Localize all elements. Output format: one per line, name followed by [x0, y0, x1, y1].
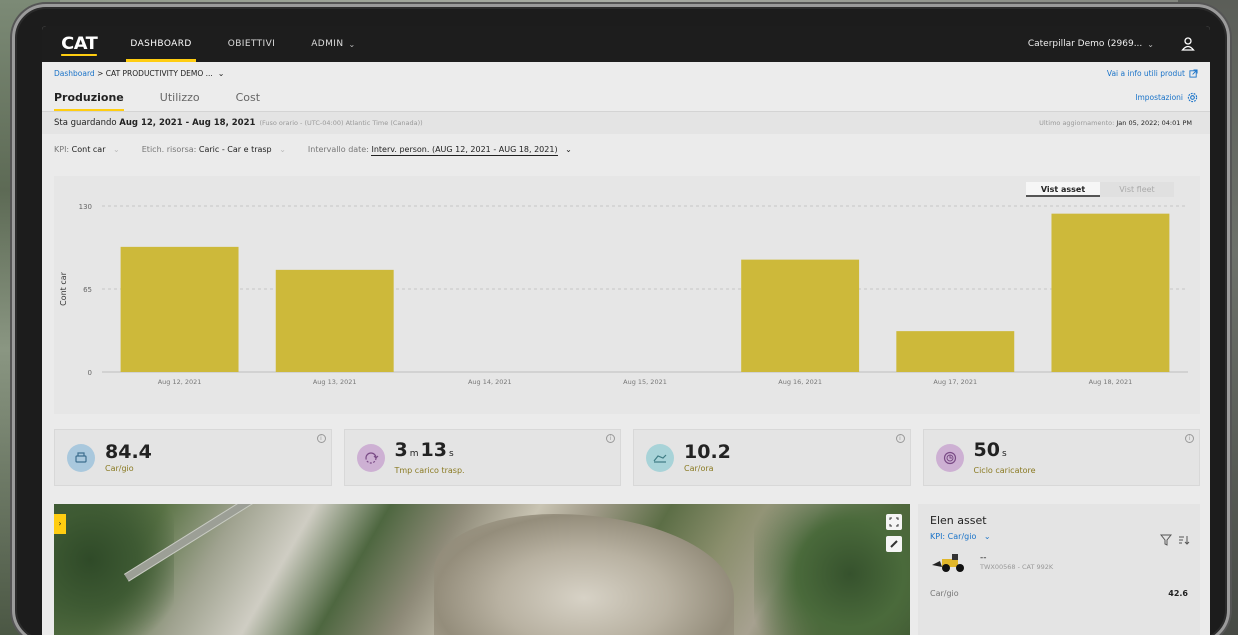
account-selector[interactable]: Caterpillar Demo (2969... ⌄ — [1028, 39, 1154, 49]
timezone-label: (Fuso orario - (UTC-04:00) Atlantic Time… — [259, 119, 423, 127]
breadcrumb-separator: > — [97, 68, 104, 78]
loader-bucket-icon — [67, 443, 95, 472]
tab-produzione[interactable]: Produzione — [54, 91, 124, 111]
map-forest-area — [54, 504, 174, 635]
x-tick-label: Aug 16, 2021 — [778, 378, 822, 386]
kpi-value: 50 s — [973, 439, 1007, 461]
chevron-down-icon[interactable]: ⌄ — [218, 69, 225, 78]
viewing-prefix: Sta guardando — [54, 118, 117, 128]
viewing-range: Aug 12, 2021 - Aug 18, 2021 — [119, 118, 256, 128]
production-chart-card: 0 65 130 Cont car Aug 12, 2021 Aug 13, 2021 Au… — [54, 176, 1200, 414]
chevron-down-icon: ⌄ — [983, 532, 991, 541]
kpi-card-loads-per-day[interactable]: 84.4 Car/gio i — [54, 429, 332, 486]
bar — [1051, 213, 1170, 372]
kpi-label: Car/ora — [684, 464, 714, 473]
asset-list-tools — [1160, 534, 1190, 546]
nav-obiettivi[interactable]: OBIETTIVI — [228, 26, 276, 62]
asset-list-title: Elen asset — [930, 514, 987, 527]
settings-button[interactable]: Impostazioni — [1135, 92, 1198, 103]
x-tick-label: Aug 15, 2021 — [623, 378, 667, 386]
tab-utilizzo[interactable]: Utilizzo — [160, 91, 200, 111]
kpi-value: 84.4 — [105, 441, 152, 463]
product-info-link[interactable]: Vai a info utili produt — [1107, 69, 1198, 78]
nav-dashboard[interactable]: DASHBOARD — [126, 26, 197, 62]
site-map[interactable]: › — [54, 504, 910, 635]
bar-chart: 0 65 130 Cont car Aug 12, 2021 Aug 13, 2021 Au… — [59, 203, 1188, 386]
asset-view-button[interactable]: Vist asset — [1026, 182, 1100, 197]
map-quarry-area — [434, 514, 734, 635]
cat-logo[interactable]: CAT — [61, 34, 98, 56]
external-link-icon — [1189, 68, 1198, 78]
asset-model: TWX00568 - CAT 992K — [980, 563, 1054, 571]
kpi-card-load-haul-time[interactable]: 3 m 13 s Tmp carico trasp. i — [343, 429, 621, 486]
sort-icon[interactable] — [1178, 534, 1190, 546]
y-axis-label: Cont car — [59, 271, 68, 306]
x-tick-label: Aug 14, 2021 — [468, 378, 512, 386]
app-screen: CAT DASHBOARD OBIETTIVI ADMIN ⌄ Caterpill… — [42, 26, 1210, 635]
x-tick-label: Aug 12, 2021 — [158, 378, 202, 386]
kpi-label: Tmp carico trasp. — [394, 466, 465, 475]
view-toggle: Vist asset Vist fleet — [1026, 182, 1174, 197]
x-tick-label: Aug 17, 2021 — [933, 378, 977, 386]
last-updated: Ultimo aggiornamento: Jan 05, 2022; 04:0… — [1039, 119, 1192, 127]
date-range-filter[interactable]: Intervallo date: Interv. person. (AUG 12… — [308, 144, 572, 156]
kpi-value: 3 m 13 s — [394, 439, 454, 461]
user-icon[interactable] — [1180, 36, 1196, 52]
info-icon[interactable]: i — [895, 434, 905, 443]
timer-cycle-icon — [935, 443, 964, 472]
y-tick-label: 130 — [79, 203, 92, 211]
nav-admin[interactable]: ADMIN ⌄ — [311, 26, 355, 62]
asset-kpi-selector[interactable]: KPI: Car/gio ⌄ — [930, 532, 1188, 541]
asset-tag-filter[interactable]: Etich. risorsa: Caric - Car e trasp ⌄ — [142, 145, 286, 154]
tab-cost[interactable]: Cost — [236, 91, 260, 111]
filter-icon[interactable] — [1160, 534, 1172, 546]
info-icon[interactable]: i — [316, 434, 326, 443]
ruler-icon[interactable] — [886, 536, 902, 552]
bar — [741, 259, 860, 372]
kpi-label: Ciclo caricatore — [973, 466, 1036, 475]
info-icon[interactable]: i — [1185, 434, 1194, 443]
breadcrumb-dashboard[interactable]: Dashboard — [54, 69, 95, 78]
x-tick-label: Aug 18, 2021 — [1089, 378, 1133, 386]
chevron-down-icon: ⌄ — [1147, 39, 1154, 49]
bar — [896, 331, 1015, 372]
kpi-filter[interactable]: KPI: Cont car ⌄ — [54, 145, 120, 154]
y-tick-label: 0 — [88, 369, 92, 377]
kpi-cards: 84.4 Car/gio i 3 m 13 s Tmp carico trasp. i… — [54, 429, 1200, 486]
asset-list-item[interactable]: -- TWX00568 - CAT 992K — [930, 551, 1188, 573]
truck-load-icon — [646, 443, 674, 472]
viewing-range-row: Sta guardando Aug 12, 2021 - Aug 18, 202… — [42, 112, 1210, 134]
gear-icon — [1187, 92, 1198, 103]
kpi-card-loader-cycle[interactable]: 50 s Ciclo caricatore i — [922, 429, 1200, 486]
asset-metric-value: 42.6 — [1168, 589, 1188, 598]
y-tick-label: 65 — [83, 286, 92, 294]
kpi-value: 10.2 — [684, 441, 731, 463]
fullscreen-icon[interactable] — [886, 514, 902, 530]
chevron-down-icon: ⌄ — [113, 144, 120, 154]
kpi-label: Car/gio — [105, 464, 134, 473]
wheel-loader-icon — [932, 554, 964, 572]
cycle-icon — [356, 443, 385, 472]
chevron-down-icon: ⌄ — [279, 144, 286, 154]
filter-bar: KPI: Cont car ⌄ Etich. risorsa: Caric - … — [42, 134, 1210, 164]
chevron-down-icon: ⌄ — [348, 39, 356, 49]
chevron-down-icon: ⌄ — [565, 144, 572, 154]
x-tick-label: Aug 13, 2021 — [313, 378, 357, 386]
asset-name: -- — [980, 553, 987, 563]
asset-metric-label: Car/gio — [930, 589, 959, 598]
breadcrumb: Dashboard > CAT PRODUCTIVITY DEMO ... ⌄ … — [42, 62, 1210, 84]
fleet-view-button[interactable]: Vist fleet — [1100, 182, 1174, 197]
info-icon[interactable]: i — [606, 434, 615, 443]
asset-list-panel: Elen asset KPI: Car/gio ⌄ -- TWX00568 - … — [918, 504, 1200, 635]
bar — [275, 269, 394, 372]
expand-panel-handle[interactable]: › — [54, 514, 66, 534]
tab-bar: Produzione Utilizzo Cost Impostazioni — [42, 84, 1210, 112]
bar — [120, 246, 239, 372]
asset-metric-row: Car/gio 42.6 — [930, 589, 1188, 598]
kpi-card-loads-per-hour[interactable]: 10.2 Car/ora i — [633, 429, 911, 486]
breadcrumb-current[interactable]: CAT PRODUCTIVITY DEMO ... — [106, 69, 213, 78]
top-navigation: CAT DASHBOARD OBIETTIVI ADMIN ⌄ Caterpill… — [42, 26, 1210, 62]
